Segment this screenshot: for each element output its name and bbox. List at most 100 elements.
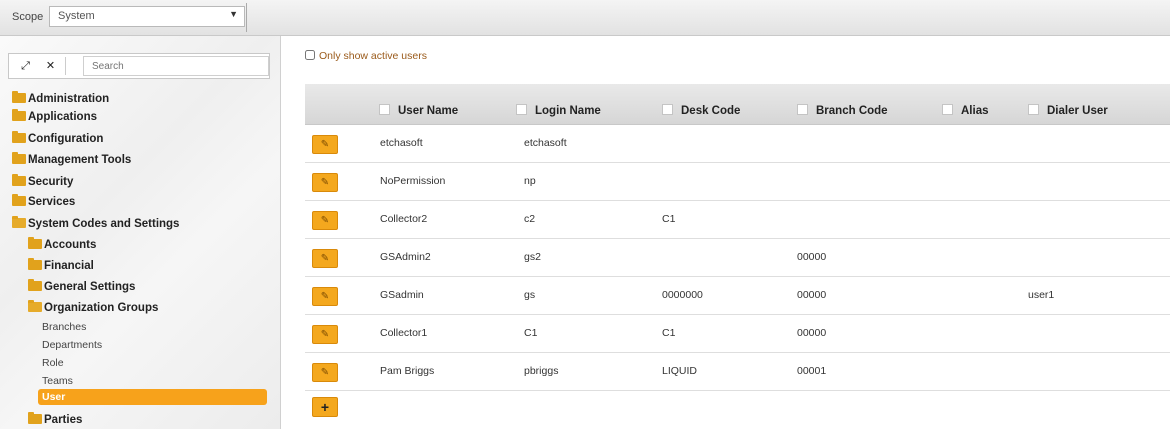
folder-icon (28, 412, 42, 424)
cell-dialer-user: user1 (1028, 289, 1055, 301)
edit-button[interactable]: ✎ (312, 135, 338, 154)
cell-branch-code: 00000 (797, 289, 827, 301)
folder-icon (12, 174, 26, 186)
add-row: + (305, 391, 1170, 417)
cell-desk-code: LIQUID (662, 365, 698, 377)
open-folder-icon (28, 300, 42, 312)
tree-item-label: Applications (28, 111, 98, 123)
expand-all-icon[interactable]: ⤢ (15, 57, 36, 75)
tree-item-configuration[interactable]: Configuration (12, 131, 103, 148)
tree-item-label: Organization Groups (44, 302, 159, 314)
folder-icon (28, 258, 42, 270)
cell-login-name: C1 (524, 327, 538, 339)
column-header-alias[interactable]: Alias (942, 104, 989, 117)
main-panel: Only show active users User Name Login N… (281, 36, 1170, 429)
column-header-user-name[interactable]: User Name (379, 104, 458, 117)
tree-item-applications[interactable]: Applications (12, 109, 97, 126)
sidebar-search-input[interactable] (83, 56, 269, 76)
cell-login-name: etchasoft (524, 137, 567, 149)
scope-select[interactable]: System ▼ (49, 6, 245, 27)
chevron-down-icon: ▼ (229, 9, 238, 19)
column-header-label: Desk Code (681, 105, 741, 117)
column-header-dialer-user[interactable]: Dialer User (1028, 104, 1108, 117)
cell-desk-code: C1 (662, 327, 676, 339)
tree-item-teams[interactable]: Teams (42, 373, 73, 389)
column-header-label: Login Name (535, 105, 601, 117)
tree-item-user[interactable]: User (38, 389, 267, 405)
tree-item-label: Security (28, 176, 74, 188)
column-header-desk-code[interactable]: Desk Code (662, 104, 740, 117)
column-header-login-name[interactable]: Login Name (516, 104, 601, 117)
edit-button[interactable]: ✎ (312, 173, 338, 192)
edit-button[interactable]: ✎ (312, 325, 338, 344)
cell-login-name: c2 (524, 213, 536, 225)
edit-button[interactable]: ✎ (312, 363, 338, 382)
tree-item-role[interactable]: Role (42, 355, 64, 371)
tree-item-management-tools[interactable]: Management Tools (12, 152, 131, 169)
tree-item-financial[interactable]: Financial (28, 258, 94, 275)
scope-divider (246, 3, 247, 32)
tree-item-system-codes[interactable]: System Codes and Settings (12, 216, 179, 233)
header-checkbox[interactable] (662, 104, 673, 115)
tree-item-general-settings[interactable]: General Settings (28, 279, 135, 296)
tree-item-security[interactable]: Security (12, 174, 73, 191)
column-header-label: Alias (961, 105, 989, 117)
cell-user-name: etchasoft (380, 137, 423, 149)
collapse-all-icon[interactable]: ✕ (40, 57, 61, 75)
tree-item-label: Management Tools (28, 154, 132, 166)
scope-bar: Scope System ▼ (0, 0, 1170, 36)
cell-desk-code: C1 (662, 213, 676, 225)
tree-item-organization-groups[interactable]: Organization Groups (28, 300, 158, 317)
cell-user-name: GSadmin (380, 289, 424, 301)
cell-user-name: NoPermission (380, 175, 446, 187)
table-row: ✎ NoPermission np (305, 163, 1170, 201)
edit-icon: ✎ (320, 215, 330, 226)
users-table: User Name Login Name Desk Code Branch Co… (305, 84, 1170, 417)
column-header-branch-code[interactable]: Branch Code (797, 104, 888, 117)
cell-user-name: Collector2 (380, 213, 428, 225)
edit-icon: ✎ (320, 329, 330, 340)
cell-login-name: np (524, 175, 536, 187)
header-checkbox[interactable] (516, 104, 527, 115)
tree-item-label: Configuration (28, 133, 104, 145)
table-row: ✎ GSadmin gs 0000000 00000 user1 (305, 277, 1170, 315)
edit-button[interactable]: ✎ (312, 249, 338, 268)
tree-item-accounts[interactable]: Accounts (28, 237, 96, 254)
active-users-checkbox[interactable] (305, 50, 315, 60)
edit-button[interactable]: ✎ (312, 211, 338, 230)
cell-user-name: Collector1 (380, 327, 428, 339)
cell-desk-code: 0000000 (662, 289, 703, 301)
header-checkbox[interactable] (1028, 104, 1039, 115)
tree-item-label: Financial (44, 260, 94, 272)
tree-item-administration[interactable]: Administration (12, 91, 109, 108)
header-checkbox[interactable] (379, 104, 390, 115)
edit-icon: ✎ (320, 139, 330, 150)
edit-button[interactable]: ✎ (312, 287, 338, 306)
tree-item-parties[interactable]: Parties (28, 412, 82, 429)
column-header-label: Branch Code (816, 105, 888, 117)
scope-label: Scope (12, 11, 44, 23)
tree-item-label: Parties (44, 414, 83, 426)
cell-login-name: pbriggs (524, 365, 559, 377)
column-header-label: Dialer User (1047, 105, 1108, 117)
edit-icon: ✎ (320, 291, 330, 302)
table-header: User Name Login Name Desk Code Branch Co… (305, 84, 1170, 125)
header-checkbox[interactable] (797, 104, 808, 115)
table-row: ✎ GSAdmin2 gs2 00000 (305, 239, 1170, 277)
tree-item-label: Administration (28, 93, 110, 105)
open-folder-icon (12, 216, 26, 228)
tree-item-services[interactable]: Services (12, 194, 75, 211)
tree-item-branches[interactable]: Branches (42, 319, 86, 335)
tree-item-label: System Codes and Settings (28, 218, 180, 230)
cell-user-name: Pam Briggs (380, 365, 435, 377)
tree-item-departments[interactable]: Departments (42, 337, 102, 353)
table-row: ✎ etchasoft etchasoft (305, 125, 1170, 163)
tree-item-label: Services (28, 196, 76, 208)
add-user-button[interactable]: + (312, 397, 338, 417)
cell-branch-code: 00000 (797, 327, 827, 339)
active-users-filter[interactable]: Only show active users (305, 50, 427, 62)
header-checkbox[interactable] (942, 104, 953, 115)
table-row: ✎ Pam Briggs pbriggs LIQUID 00001 (305, 353, 1170, 391)
edit-icon: ✎ (320, 367, 330, 378)
active-users-label: Only show active users (319, 50, 427, 62)
